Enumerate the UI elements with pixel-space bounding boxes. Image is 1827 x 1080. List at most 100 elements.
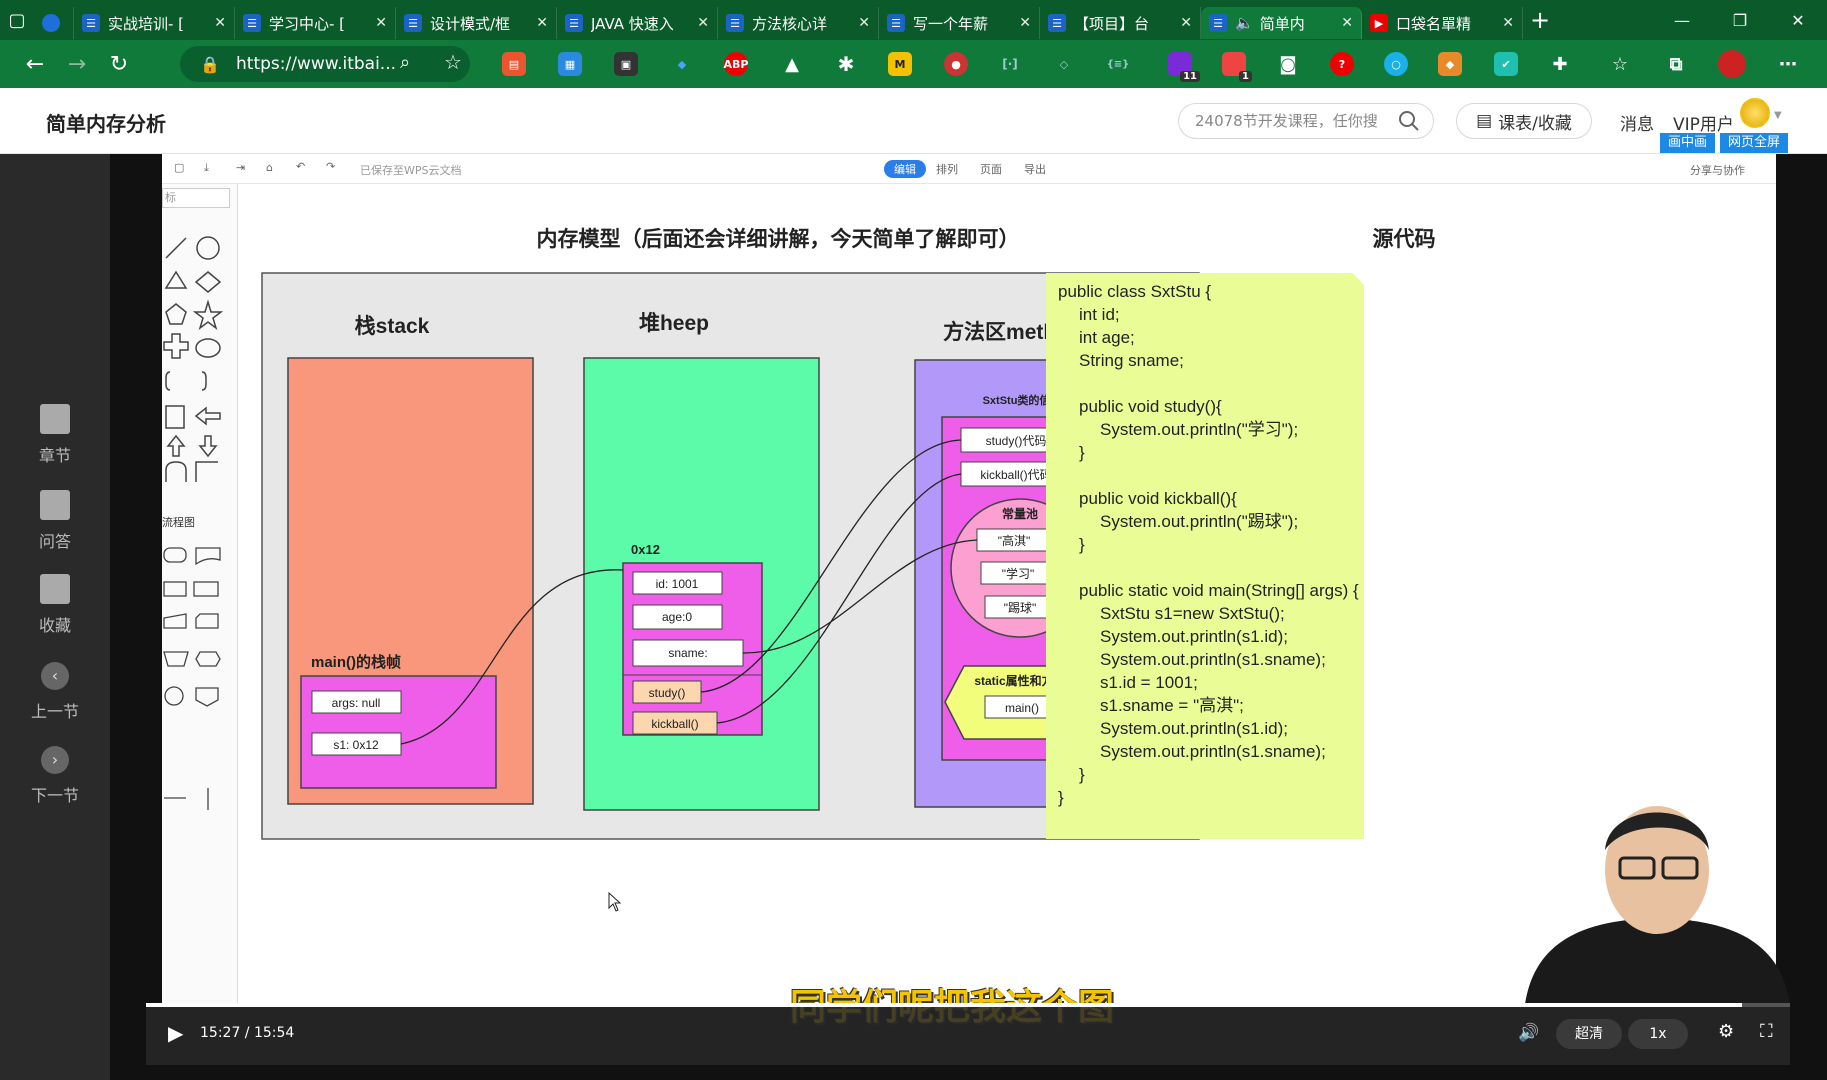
progress-bar[interactable] xyxy=(146,1003,1790,1007)
close-icon[interactable]: ✕ xyxy=(536,15,548,31)
minimize-button[interactable]: — xyxy=(1654,0,1710,40)
progress-fill xyxy=(146,1003,1743,1007)
svg-text:main(): main() xyxy=(1005,701,1039,715)
code-line: int age; xyxy=(1079,328,1135,347)
new-tab-button[interactable]: + xyxy=(1523,0,1557,40)
page-title: 简单内存分析 xyxy=(46,112,166,136)
shield-icon[interactable]: ✔ xyxy=(1494,52,1518,76)
ext-icon[interactable]: ◇ xyxy=(1052,52,1076,76)
chevron-down-icon[interactable]: ▼ xyxy=(1774,110,1782,121)
browser-tab[interactable] xyxy=(34,7,74,39)
sidebar-item-chapters[interactable]: 章节 xyxy=(0,404,110,466)
wps-tab-arrange: 排列 xyxy=(936,163,958,176)
svg-text:kickball()代码: kickball()代码 xyxy=(980,468,1051,482)
browser-tab[interactable]: ☰ 学习中心- [✕ xyxy=(235,7,396,39)
refresh-button[interactable]: ↻ xyxy=(98,44,140,84)
bookmark-icon: ☰ xyxy=(1209,14,1227,32)
favorite-add-icon[interactable]: ☆ xyxy=(444,50,462,74)
course-list-button[interactable]: ▤ 课表/收藏 xyxy=(1456,103,1592,139)
speaker-icon[interactable]: 🔈 xyxy=(1235,14,1254,32)
ext-icon[interactable]: ○ xyxy=(1384,52,1408,76)
code-line: System.out.println(s1.id); xyxy=(1100,719,1288,738)
ext-icon[interactable]: 11 xyxy=(1168,52,1200,82)
browser-tab[interactable]: ▶ 口袋名單精 ✕ xyxy=(1362,7,1523,39)
ext-icon[interactable]: ◆ xyxy=(670,52,694,76)
close-icon[interactable]: ✕ xyxy=(1180,15,1192,31)
ext-icon[interactable]: ▤ xyxy=(502,52,526,76)
browser-tab[interactable]: ☰ 设计模式/框 ✕ xyxy=(396,7,557,39)
pip-button[interactable]: 画中画 xyxy=(1660,133,1716,153)
code-line: public void kickball(){ xyxy=(1079,489,1237,508)
browser-tab[interactable]: ☰ JAVA 快速入 ✕ xyxy=(557,7,718,39)
close-icon[interactable]: ✕ xyxy=(1341,15,1353,31)
ext-icon[interactable]: [·] xyxy=(998,52,1022,76)
sidebar-item-favorites[interactable]: 收藏 xyxy=(0,574,110,636)
messages-link[interactable]: 消息 xyxy=(1620,110,1654,135)
speed-button[interactable]: 1x xyxy=(1628,1019,1688,1049)
code-line: } xyxy=(1058,788,1064,807)
sidebar-item-next[interactable]: › 下一节 xyxy=(0,746,110,806)
ext-icon[interactable]: ● xyxy=(944,52,968,76)
ext-icon[interactable]: ▦ xyxy=(558,52,582,76)
search-input[interactable]: 24078节开发课程，任你搜 xyxy=(1178,103,1434,139)
ext-icon[interactable]: ▣ xyxy=(614,52,638,76)
extensions-icon[interactable]: ✚ xyxy=(1548,52,1572,76)
presenter-webcam xyxy=(1525,806,1790,1004)
player-controls: ▶ 15:27 / 15:54 🔊 ⚙ ⛶ xyxy=(146,1003,1790,1065)
code-line: System.out.println("学习"); xyxy=(1100,420,1298,439)
search-icon[interactable] xyxy=(1398,110,1420,132)
browser-tab[interactable]: ☰ 【项目】台 ✕ xyxy=(1040,7,1201,39)
bookmark-icon: ☰ xyxy=(243,14,261,32)
profile-avatar[interactable] xyxy=(1718,50,1746,78)
close-icon[interactable]: ✕ xyxy=(1502,15,1514,31)
more-icon[interactable]: ⋯ xyxy=(1776,52,1800,76)
adblock-icon[interactable]: ABP xyxy=(724,52,748,76)
close-window-button[interactable]: ✕ xyxy=(1770,0,1826,40)
browser-tab[interactable]: ☰ 实战培训- [✕ xyxy=(74,7,235,39)
back-button[interactable]: ← xyxy=(14,44,56,84)
svg-text:s1: 0x12: s1: 0x12 xyxy=(333,738,379,752)
fullscreen-icon[interactable]: ⛶ xyxy=(1760,1021,1773,1042)
close-icon[interactable]: ✕ xyxy=(375,15,387,31)
quality-button[interactable]: 超清 xyxy=(1556,1019,1622,1049)
ext-icon[interactable]: ? xyxy=(1330,52,1354,76)
maximize-button[interactable]: ❐ xyxy=(1712,0,1768,40)
vip-user-link[interactable]: VIP用户 xyxy=(1673,110,1734,135)
zoom-icon[interactable]: ⌕ xyxy=(400,52,410,73)
volume-icon[interactable]: 🔊 xyxy=(1518,1023,1539,1043)
ext-icon[interactable]: {≡} xyxy=(1106,52,1130,76)
close-icon[interactable]: ✕ xyxy=(858,15,870,31)
code-line: System.out.println(s1.sname); xyxy=(1100,650,1326,669)
browser-tab-active[interactable]: ☰ 🔈 简单内 ✕ xyxy=(1201,7,1362,39)
collections-icon[interactable]: ⧉ xyxy=(1664,52,1688,76)
svg-text:"高淇": "高淇" xyxy=(998,533,1031,548)
ext-icon[interactable]: ▲ xyxy=(780,52,804,76)
browser-tab[interactable]: ☰ 方法核心详 ✕ xyxy=(718,7,879,39)
save-icon: ▢ xyxy=(174,161,185,174)
metamask-icon[interactable]: ◆ xyxy=(1438,52,1462,76)
sidebar-item-qa[interactable]: 问答 xyxy=(0,490,110,552)
vip-badge-icon xyxy=(1740,98,1770,128)
code-line: System.out.println("踢球"); xyxy=(1100,512,1298,531)
camera-icon[interactable]: ◙ xyxy=(1276,52,1300,76)
svg-text:kickball(): kickball() xyxy=(651,717,698,731)
play-icon[interactable]: ▶ xyxy=(168,1021,183,1045)
sidebar-item-prev[interactable]: ‹ 上一节 xyxy=(0,662,110,722)
browser-tab[interactable]: ☰ 写一个年薪 ✕ xyxy=(879,7,1040,39)
favorites-icon[interactable]: ☆ xyxy=(1608,52,1632,76)
ext-icon[interactable]: M xyxy=(888,52,912,76)
lock-icon: 🔒 xyxy=(200,54,220,74)
bookmark-icon: ☰ xyxy=(726,14,744,32)
close-icon[interactable]: ✕ xyxy=(214,15,226,31)
webpage-fullscreen-button[interactable]: 网页全屏 xyxy=(1720,133,1789,153)
close-icon[interactable]: ✕ xyxy=(697,15,709,31)
tab-actions-icon[interactable]: ▢ xyxy=(0,0,34,40)
ext-icon[interactable]: 1 xyxy=(1222,52,1252,82)
settings-icon[interactable]: ⚙ xyxy=(1718,1021,1734,1042)
close-icon[interactable]: ✕ xyxy=(1019,15,1031,31)
forward-button[interactable]: → xyxy=(56,44,98,84)
ext-icon[interactable]: ✱ xyxy=(834,52,858,76)
address-bar[interactable]: 🔒 https://www.itbai... xyxy=(180,46,470,82)
code-line: s1.id = 1001; xyxy=(1100,673,1198,692)
svg-text:id: 1001: id: 1001 xyxy=(656,577,699,591)
